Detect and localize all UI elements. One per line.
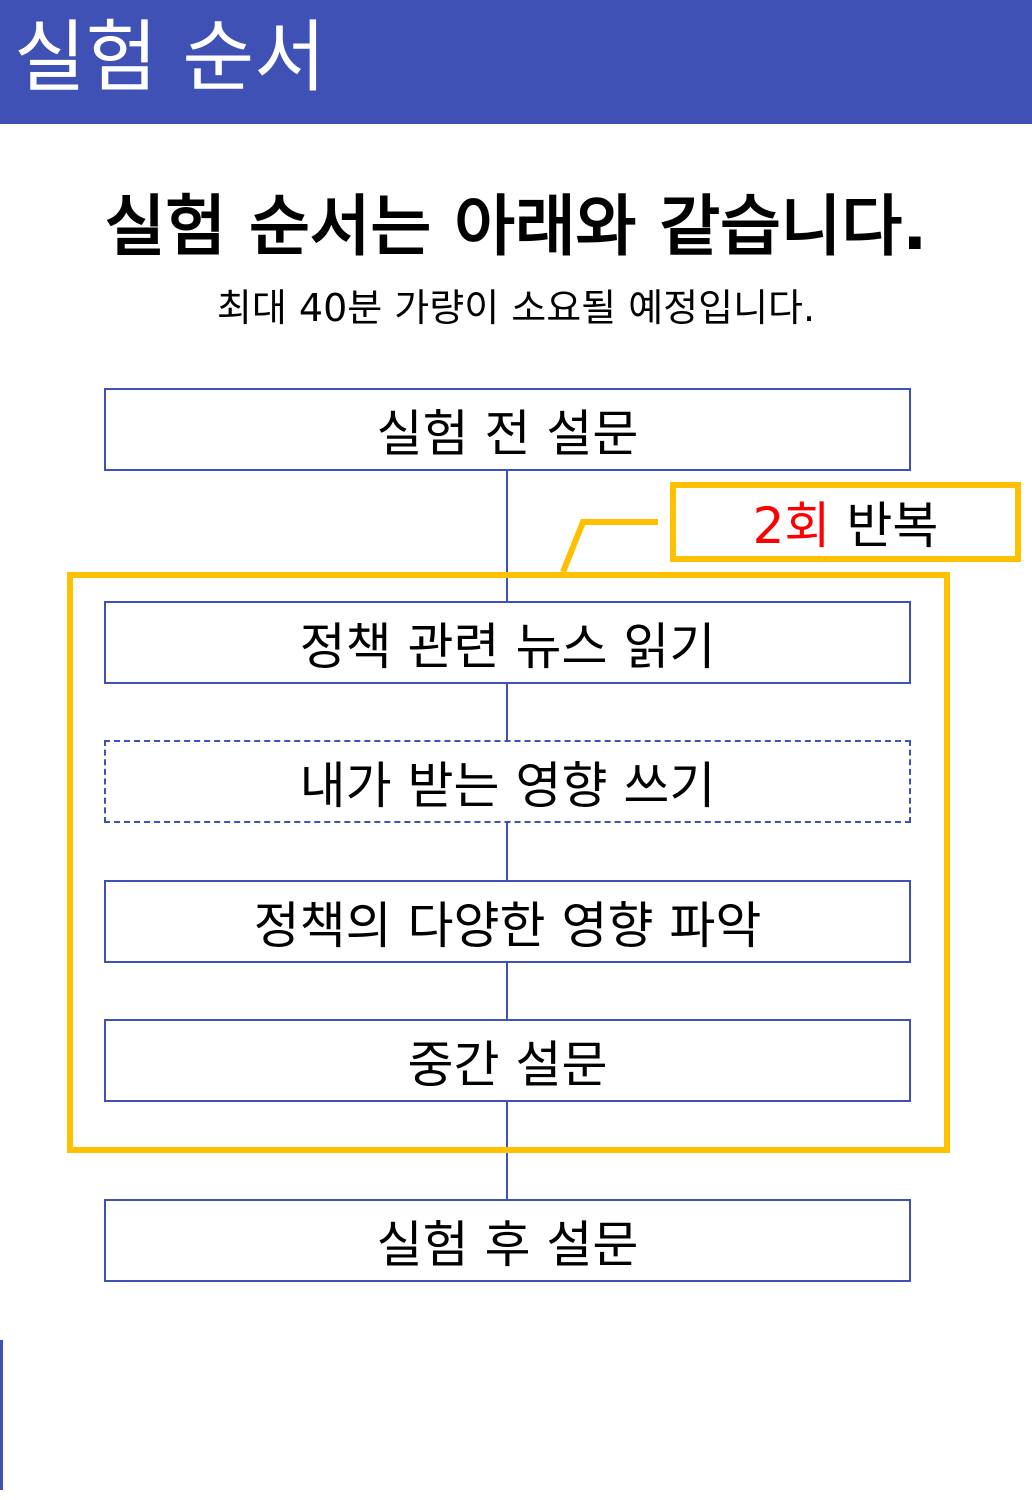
page-headline: 실험 순서는 아래와 같습니다. <box>104 188 928 265</box>
step-label: 실험 후 설문 <box>376 1215 639 1274</box>
step-identify-impacts: 정책의 다양한 영향 파악 <box>104 880 911 963</box>
repeat-callout: 2회 반복 <box>670 482 1021 562</box>
step-mid-survey: 중간 설문 <box>104 1019 911 1102</box>
step-pre-survey: 실험 전 설문 <box>104 388 911 471</box>
step-write-impact: 내가 받는 영향 쓰기 <box>104 740 911 823</box>
header-bar: 실험 순서 <box>0 0 1032 124</box>
repeat-count: 2회 <box>752 497 831 555</box>
step-label: 정책의 다양한 영향 파악 <box>253 896 762 955</box>
step-read-news: 정책 관련 뉴스 읽기 <box>104 601 911 684</box>
left-edge-accent <box>0 1340 3 1490</box>
step-label: 정책 관련 뉴스 읽기 <box>299 617 716 676</box>
repeat-label: 반복 <box>846 497 939 555</box>
step-label: 내가 받는 영향 쓰기 <box>299 756 716 815</box>
step-post-survey: 실험 후 설문 <box>104 1199 911 1282</box>
page-subline: 최대 40분 가량이 소요될 예정입니다. <box>216 286 816 330</box>
step-label: 중간 설문 <box>407 1035 608 1094</box>
step-label: 실험 전 설문 <box>376 404 639 463</box>
header-title: 실험 순서 <box>14 13 326 103</box>
